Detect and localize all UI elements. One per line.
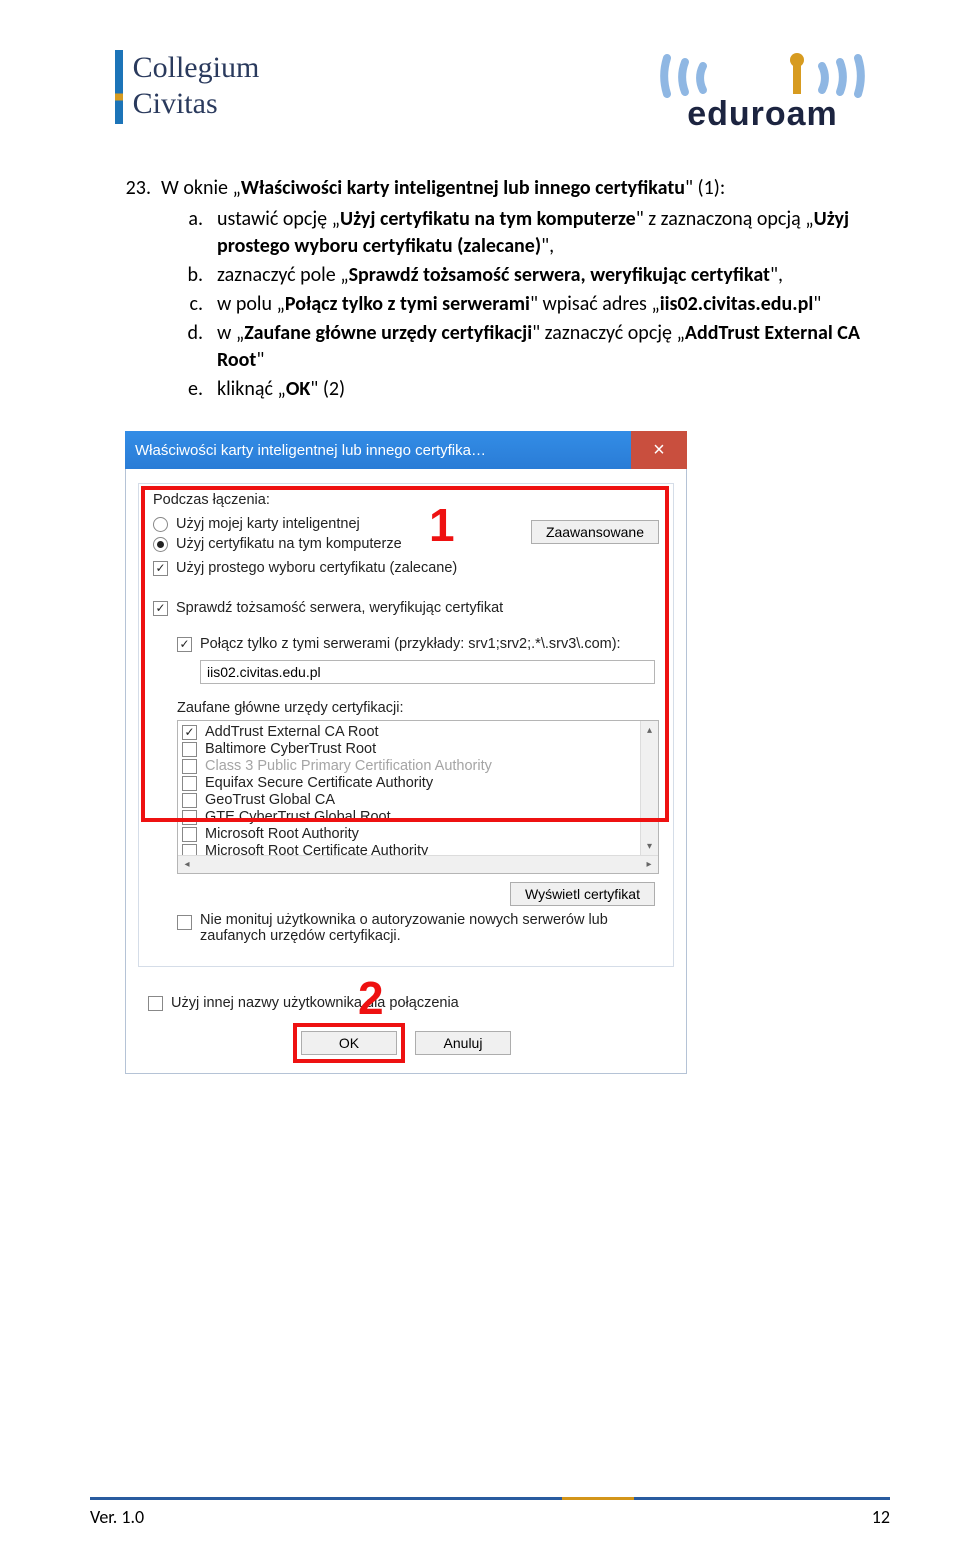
cancel-button[interactable]: Anuluj xyxy=(415,1031,511,1055)
sub-letter: a. xyxy=(161,206,217,260)
ok-button[interactable]: OK xyxy=(301,1031,397,1055)
checkbox-icon xyxy=(177,637,192,652)
radio-icon xyxy=(153,537,168,552)
sub-text: kliknąć „OK" (2) xyxy=(217,376,870,403)
verify-identity-checkbox[interactable]: Sprawdź tożsamość serwera, weryfikując c… xyxy=(153,600,659,616)
scroll-right-icon[interactable]: ▸ xyxy=(640,856,658,873)
sub-text: zaznaczyć pole „Sprawdź tożsamość serwer… xyxy=(217,262,870,289)
server-name-input[interactable] xyxy=(200,660,655,684)
footer-version: Ver. 1.0 xyxy=(90,1506,144,1528)
eduroam-logo: eduroam xyxy=(655,50,870,134)
scroll-left-icon[interactable]: ◂ xyxy=(178,856,196,873)
checkbox-icon xyxy=(182,810,197,825)
title-bold: Właściwości karty inteligentnej lub inne… xyxy=(241,176,685,200)
sub-text: w polu „Połącz tylko z tymi serwerami" w… xyxy=(217,291,870,318)
ca-item[interactable]: GeoTrust Global CA xyxy=(182,792,654,808)
group-label: Podczas łączenia: xyxy=(153,492,659,508)
close-icon: × xyxy=(653,439,665,462)
radio-smartcard-row[interactable]: Użyj mojej karty inteligentnej xyxy=(153,516,531,532)
dialog-window: Właściwości karty inteligentnej lub inne… xyxy=(125,431,687,1074)
wifi-icon xyxy=(655,50,870,95)
footer-page-number: 12 xyxy=(872,1506,890,1528)
ca-item[interactable]: GTE CyberTrust Global Root xyxy=(182,809,654,825)
footer-divider xyxy=(90,1497,890,1500)
ca-item-label: Class 3 Public Primary Certification Aut… xyxy=(205,758,492,774)
checkbox-icon xyxy=(182,776,197,791)
radio-thiscomputer-row[interactable]: Użyj certyfikatu na tym komputerze xyxy=(153,536,531,552)
sub-text: ustawić opcję „Użyj certyfikatu na tym k… xyxy=(217,206,870,260)
checkbox-icon xyxy=(182,725,197,740)
ca-list[interactable]: AddTrust External CA RootBaltimore Cyber… xyxy=(177,720,659,874)
sub-letter: e. xyxy=(161,376,217,403)
ca-item-label: Equifax Secure Certificate Authority xyxy=(205,775,433,791)
checkbox-icon xyxy=(182,742,197,757)
ca-item-label: GTE CyberTrust Global Root xyxy=(205,809,391,825)
title-post: " (1): xyxy=(685,176,725,200)
checkbox-icon xyxy=(182,793,197,808)
logo-bar-icon xyxy=(115,50,123,124)
view-cert-button[interactable]: Wyświetl certyfikat xyxy=(510,882,655,906)
ca-list-label: Zaufane główne urzędy certyfikacji: xyxy=(177,700,659,716)
checkbox-icon xyxy=(153,561,168,576)
radio-icon xyxy=(153,517,168,532)
titlebar[interactable]: Właściwości karty inteligentnej lub inne… xyxy=(125,431,687,469)
ca-item[interactable]: Equifax Secure Certificate Authority xyxy=(182,775,654,791)
sub-letter: d. xyxy=(161,320,217,374)
instruction-block: 23. W oknie „Właściwości karty inteligen… xyxy=(115,175,870,405)
checkbox-icon xyxy=(177,915,192,930)
window-title: Właściwości karty inteligentnej lub inne… xyxy=(135,442,486,459)
title-pre: W oknie „ xyxy=(161,176,241,200)
simple-cert-label: Użyj prostego wyboru certyfikatu (zaleca… xyxy=(176,560,457,576)
no-prompt-label: Nie monituj użytkownika o autoryzowanie … xyxy=(200,912,608,944)
collegium-civitas-logo: Collegium Civitas xyxy=(115,50,259,124)
different-username-checkbox[interactable]: Użyj innej nazwy użytkownika dla połącze… xyxy=(126,995,686,1011)
different-username-label: Użyj innej nazwy użytkownika dla połącze… xyxy=(171,995,459,1011)
ca-item[interactable]: Microsoft Root Authority xyxy=(182,826,654,842)
no-prompt-checkbox[interactable]: Nie monituj użytkownika o autoryzowanie … xyxy=(177,912,659,944)
header: Collegium Civitas xyxy=(115,50,870,145)
checkbox-icon xyxy=(153,601,168,616)
radio-thiscomputer-label: Użyj certyfikatu na tym komputerze xyxy=(176,536,402,552)
ca-item-label: GeoTrust Global CA xyxy=(205,792,335,808)
scroll-down-icon[interactable]: ▾ xyxy=(641,837,658,855)
vertical-scrollbar[interactable]: ▴ ▾ xyxy=(640,721,658,855)
ca-item[interactable]: Baltimore CyberTrust Root xyxy=(182,741,654,757)
step-number: 23. xyxy=(115,175,161,405)
sub-letter: b. xyxy=(161,262,217,289)
ca-item[interactable]: Class 3 Public Primary Certification Aut… xyxy=(182,758,654,774)
logo-line1: Collegium xyxy=(133,51,260,84)
close-button[interactable]: × xyxy=(631,431,687,469)
eduroam-text: eduroam xyxy=(655,95,870,134)
ca-item-label: Microsoft Root Authority xyxy=(205,826,359,842)
simple-cert-checkbox[interactable]: Użyj prostego wyboru certyfikatu (zaleca… xyxy=(153,560,659,576)
connect-servers-checkbox[interactable]: Połącz tylko z tymi serwerami (przykłady… xyxy=(177,636,659,652)
ca-item-label: AddTrust External CA Root xyxy=(205,724,379,740)
sub-letter: c. xyxy=(161,291,217,318)
ca-item[interactable]: AddTrust External CA Root xyxy=(182,724,654,740)
ca-item-label: Baltimore CyberTrust Root xyxy=(205,741,376,757)
checkbox-icon xyxy=(148,996,163,1011)
horizontal-scrollbar[interactable]: ◂ ▸ xyxy=(178,855,658,873)
checkbox-icon xyxy=(182,827,197,842)
scroll-up-icon[interactable]: ▴ xyxy=(641,721,658,739)
sub-text: w „Zaufane główne urzędy certyfikacji" z… xyxy=(217,320,870,374)
checkbox-icon xyxy=(182,759,197,774)
connect-servers-label: Połącz tylko z tymi serwerami (przykłady… xyxy=(200,636,621,652)
logo-line2: Civitas xyxy=(133,87,218,120)
verify-identity-label: Sprawdź tożsamość serwera, weryfikując c… xyxy=(176,600,503,616)
advanced-button[interactable]: Zaawansowane xyxy=(531,520,659,544)
radio-smartcard-label: Użyj mojej karty inteligentnej xyxy=(176,516,360,532)
